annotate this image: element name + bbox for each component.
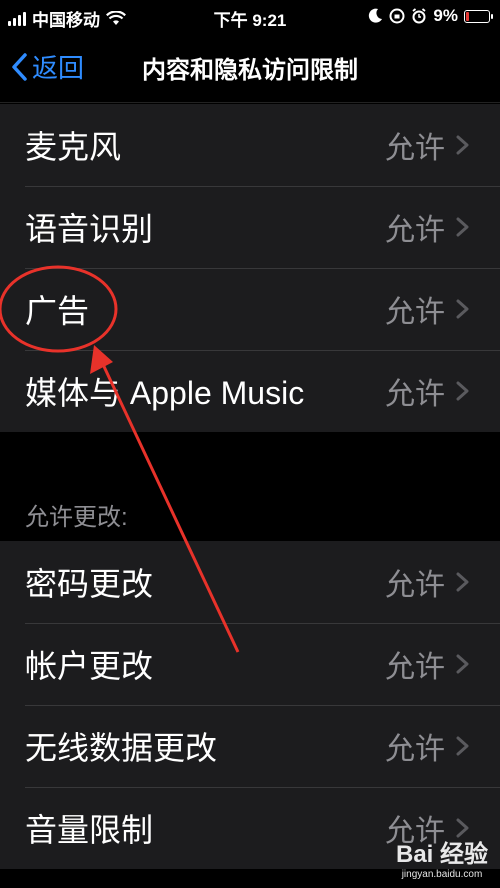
row-label: 帐户更改 [25, 648, 154, 684]
row-value: 允许 [385, 132, 445, 165]
chevron-right-icon [456, 217, 469, 237]
chevron-right-icon [456, 299, 469, 319]
chevron-right-icon [456, 135, 469, 155]
row-label: 音量限制 [25, 812, 154, 848]
watermark: Bai 经验 jingyan.baidu.com [396, 834, 488, 880]
row-value: 允许 [385, 296, 445, 329]
row-label: 密码更改 [25, 566, 154, 602]
row-cellular-data-changes[interactable]: 无线数据更改 允许 [0, 705, 500, 787]
row-speech-recognition[interactable]: 语音识别 允许 [0, 186, 500, 268]
row-label: 麦克风 [25, 129, 122, 165]
row-value: 允许 [385, 569, 445, 602]
row-account-changes[interactable]: 帐户更改 允许 [0, 623, 500, 705]
chevron-right-icon [456, 381, 469, 401]
settings-group-content: 麦克风 允许 语音识别 允许 广告 允许 媒体与 Apple Music 允许 [0, 104, 500, 432]
row-passcode-changes[interactable]: 密码更改 允许 [0, 541, 500, 623]
page-title: 内容和隐私访问限制 [142, 57, 358, 84]
row-media-apple-music[interactable]: 媒体与 Apple Music 允许 [0, 350, 500, 432]
row-value: 允许 [385, 651, 445, 684]
section-header-allow-changes: 允许更改: [25, 504, 128, 531]
battery-icon [464, 9, 493, 23]
row-label: 广告 [25, 293, 90, 329]
row-advertising[interactable]: 广告 允许 [0, 268, 500, 350]
status-right: 9% [367, 6, 493, 26]
chevron-right-icon [456, 654, 469, 674]
status-bar: 中国移动 下午 9:21 9% [0, 0, 500, 32]
row-value: 允许 [385, 214, 445, 247]
chevron-right-icon [456, 736, 469, 756]
chevron-right-icon [456, 572, 469, 592]
nav-bar: 返回 内容和隐私访问限制 [0, 32, 500, 103]
row-value: 允许 [385, 378, 445, 411]
rotation-lock-icon [389, 8, 405, 24]
battery-percent: 9% [433, 6, 458, 25]
alarm-icon [412, 8, 426, 24]
settings-group-changes: 密码更改 允许 帐户更改 允许 无线数据更改 允许 音量限制 允许 [0, 541, 500, 869]
row-value: 允许 [385, 733, 445, 766]
watermark-url: jingyan.baidu.com [401, 869, 483, 880]
moon-icon [369, 8, 383, 23]
row-label: 无线数据更改 [25, 730, 218, 766]
row-microphone[interactable]: 麦克风 允许 [0, 104, 500, 186]
row-label: 媒体与 Apple Music [25, 375, 305, 411]
watermark-brand: Bai 经验 [395, 841, 488, 868]
row-label: 语音识别 [25, 211, 154, 247]
